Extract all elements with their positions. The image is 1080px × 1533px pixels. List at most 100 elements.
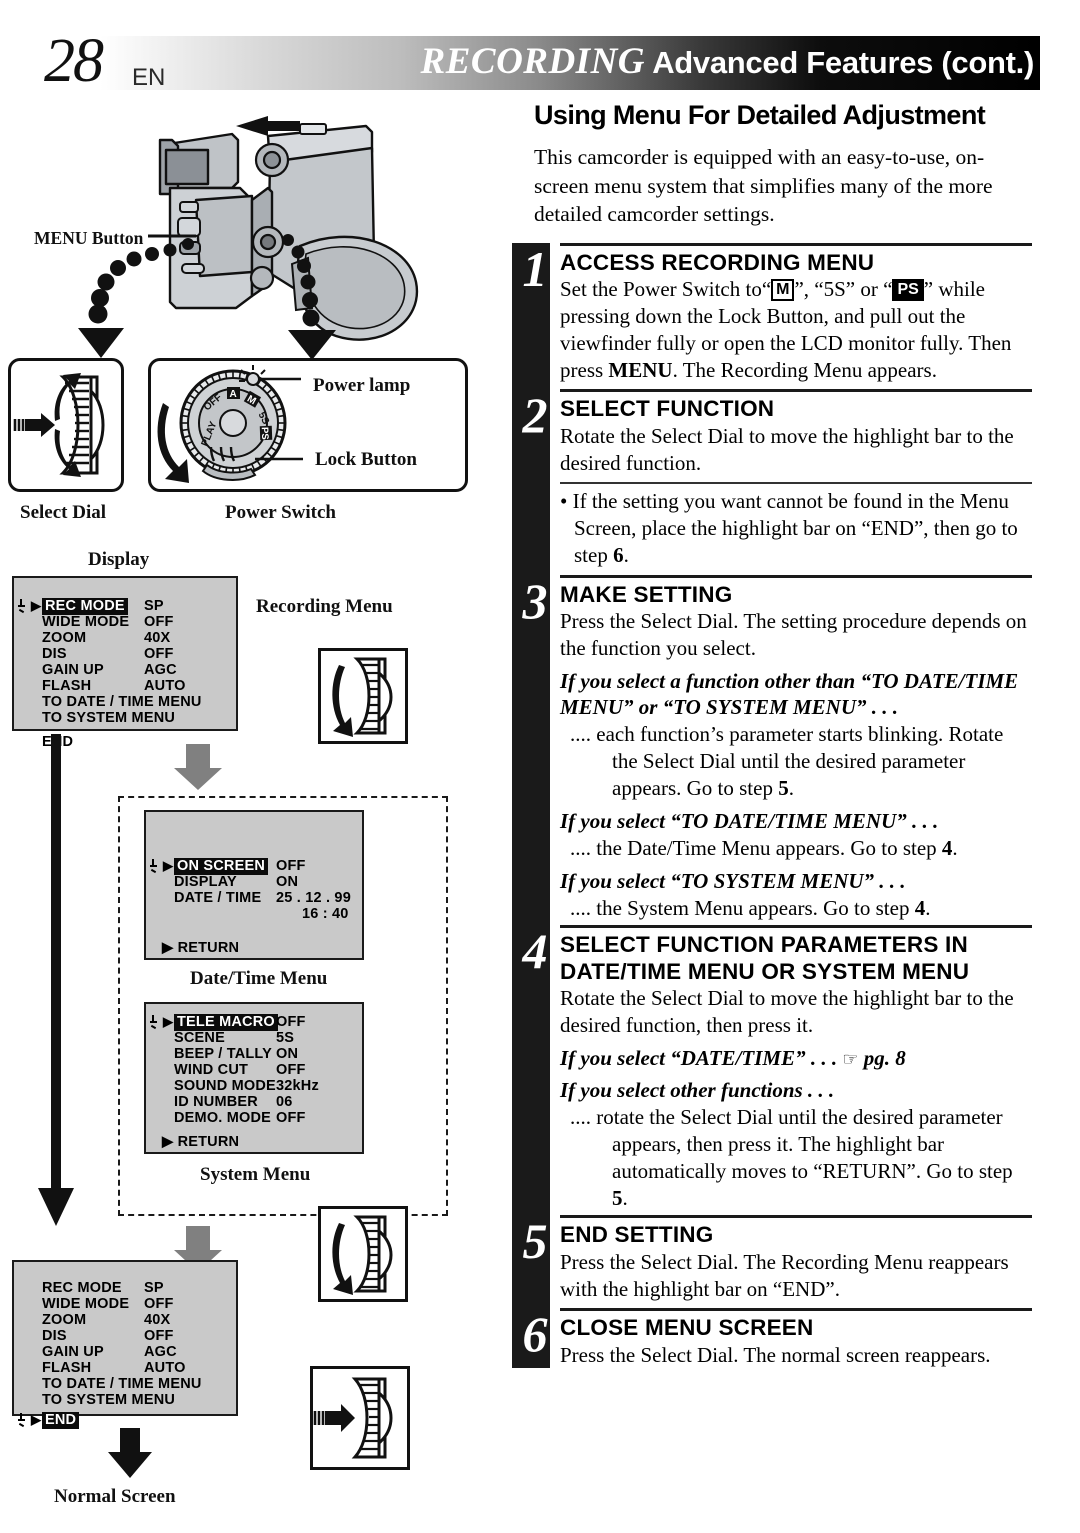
step-4-page-ref: pg. 8: [863, 1045, 906, 1070]
cursor-arrow-icon: ▶: [31, 598, 42, 613]
step-divider: [560, 482, 1032, 485]
final-menu-val-0: SP: [144, 1280, 164, 1296]
step-divider: [560, 1215, 1032, 1219]
step-1-title: ACCESS RECORDING MENU: [560, 249, 875, 275]
diagram-column: MENU Button Select Dial PLAY OFF A M 5S …: [0, 96, 512, 1516]
rec-menu-name-4: GAIN UP: [42, 662, 104, 678]
step-4-title-line1: SELECT FUNCTION PARAMETERS IN: [560, 932, 968, 958]
dt-menu-name-0: ON SCREEN: [174, 858, 269, 875]
rec-menu-val-5: AUTO: [144, 678, 186, 694]
rec-menu-val-1: OFF: [144, 614, 174, 630]
cursor-arrow-icon: ▶: [163, 1014, 174, 1029]
select-dial-box: [8, 358, 124, 492]
step-6: 6 CLOSE MENU SCREEN Press the Select Dia…: [512, 1309, 1032, 1368]
dial-pos-ps: PS: [259, 427, 270, 440]
dt-menu-return: ▶ RETURN: [162, 940, 240, 956]
section-subtitle: Using Menu For Detailed Adjustment: [534, 100, 986, 130]
rec-menu-val-4: AGC: [144, 662, 177, 678]
step-6-number: 6: [522, 1306, 548, 1363]
steps-list: 1 ACCESS RECORDING MENU Set the Power Sw…: [512, 242, 1032, 1369]
final-menu-wide-1: TO SYSTEM MENU: [42, 1392, 176, 1408]
step-2: 2 SELECT FUNCTION Rotate the Select Dial…: [512, 390, 1032, 476]
step-1-number: 1: [522, 240, 548, 297]
power-switch-box: PLAY OFF A M 5S PS: [148, 358, 468, 492]
step-divider: [560, 242, 1032, 246]
sys-menu-val-1: 5S: [276, 1030, 295, 1046]
cursor-arrow-icon: ▶: [31, 1412, 42, 1427]
step-4-title-line2: DATE/TIME MENU OR SYSTEM MENU: [560, 958, 970, 984]
power-switch-label: Power Switch: [225, 502, 336, 523]
step-3-condition-2-text: .... the Date/Time Menu appears. Go to s…: [570, 835, 1032, 862]
sys-menu-val-0: OFF: [276, 1014, 306, 1030]
rotate-dial-icon: [332, 657, 393, 737]
step-divider: [560, 575, 1032, 579]
sys-menu-val-2: ON: [276, 1046, 299, 1062]
dial-pos-a: A: [230, 389, 237, 400]
sys-menu-name-1: SCENE: [174, 1030, 225, 1046]
step-4-body: Rotate the Select Dial to move the highl…: [560, 985, 1014, 1037]
rotate-dial-icon-box-2: [318, 1206, 408, 1302]
final-menu-name-0: REC MODE: [42, 1280, 122, 1296]
lock-button-label: Lock Button: [315, 449, 417, 470]
sys-menu-val-6: OFF: [276, 1110, 306, 1126]
page-language: EN: [132, 64, 166, 91]
step-3-c1-end: .: [788, 775, 794, 800]
rec-menu-val-2: 40X: [144, 630, 171, 646]
step-3-c1-bold: 5: [778, 775, 789, 800]
step-6-body: Press the Select Dial. The normal screen…: [560, 1342, 991, 1367]
step-2-bullet: • If the setting you want cannot be foun…: [560, 488, 1032, 569]
mode-ps-icon: PS: [892, 278, 924, 301]
instructions-column: Using Menu For Detailed Adjustment This …: [512, 100, 1032, 1374]
step-2-note: • If the setting you want cannot be foun…: [512, 488, 1032, 569]
step-3: 3 MAKE SETTING Press the Select Dial. Th…: [512, 576, 1032, 922]
header-title-rest: Advanced Features (cont.): [645, 45, 1034, 80]
step-1-body-end: . The Recording Menu appears.: [672, 357, 937, 382]
power-switch-dial-icon: PLAY OFF A M 5S PS: [157, 365, 303, 483]
sys-menu-val-5: 06: [276, 1094, 293, 1110]
dt-menu-val-2: 25 . 12 . 99: [276, 890, 351, 906]
step-5: 5 END SETTING Press the Select Dial. The…: [512, 1216, 1032, 1302]
section-intro-text: This camcorder is equipped with an easy-…: [534, 145, 993, 227]
sys-menu-name-3: WIND CUT: [174, 1062, 249, 1078]
step-3-condition-2-heading: If you select “TO DATE/TIME MENU” . . .: [560, 808, 939, 833]
final-menu-val-5: AUTO: [144, 1360, 186, 1376]
sys-menu-val-3: OFF: [276, 1062, 306, 1078]
normal-screen-label: Normal Screen: [54, 1486, 176, 1507]
step-2-title: SELECT FUNCTION: [560, 396, 775, 422]
step-divider: [560, 389, 1032, 393]
gray-arrow-down-1: [174, 744, 222, 790]
select-dial-icon: [13, 373, 105, 477]
step-4: 4 SELECT FUNCTION PARAMETERS IN DATE/TIM…: [512, 926, 1032, 1211]
rec-menu-val-3: OFF: [144, 646, 174, 662]
rotate-dial-icon-box-1: [318, 648, 408, 744]
menu-keyword: MENU: [608, 357, 673, 382]
header-title-emphasis: RECORDING: [420, 41, 646, 82]
header-title: RECORDING Advanced Features (cont.): [420, 40, 1035, 83]
step-3-condition-3-text: .... the System Menu appears. Go to step…: [570, 895, 1032, 922]
sys-menu-name-0: TELE MACRO: [174, 1014, 278, 1031]
sys-menu-name-6: DEMO. MODE: [174, 1110, 272, 1126]
rec-menu-wide-1: TO SYSTEM MENU: [42, 710, 176, 726]
step-4-c2-text: .... rotate the Select Dial until the de…: [570, 1104, 1013, 1183]
step-3-condition-3-heading: If you select “TO SYSTEM MENU” . . .: [560, 868, 906, 893]
final-menu-wide-0: TO DATE / TIME MENU: [42, 1376, 202, 1392]
step-3-c3-text: .... the System Menu appears. Go to step: [570, 895, 915, 920]
press-dial-icon: [313, 1377, 393, 1459]
step-divider: [560, 925, 1032, 929]
step-3-title: MAKE SETTING: [560, 582, 733, 608]
page-header: 28 EN RECORDING Advanced Features (cont.…: [0, 30, 1080, 98]
sys-menu-val-4: 32kHz: [276, 1078, 319, 1094]
step-3-c2-bold: 4: [941, 835, 953, 860]
dt-menu-time: 16 : 40: [302, 906, 349, 922]
step-2-number: 2: [522, 387, 548, 444]
step-1-body-pre: Set the Power Switch to“: [560, 276, 772, 301]
step-5-number: 5: [522, 1213, 548, 1270]
final-menu-end: END: [42, 1412, 80, 1429]
step-3-condition-1-heading: If you select a function other than “TO …: [560, 668, 1019, 719]
rec-menu-name-3: DIS: [42, 646, 67, 662]
step-2-bullet-end: .: [623, 543, 629, 568]
rec-menu-name-5: FLASH: [42, 678, 92, 694]
page-number: 28: [44, 27, 104, 95]
step-3-number: 3: [522, 573, 548, 630]
final-menu-val-3: OFF: [144, 1328, 174, 1344]
